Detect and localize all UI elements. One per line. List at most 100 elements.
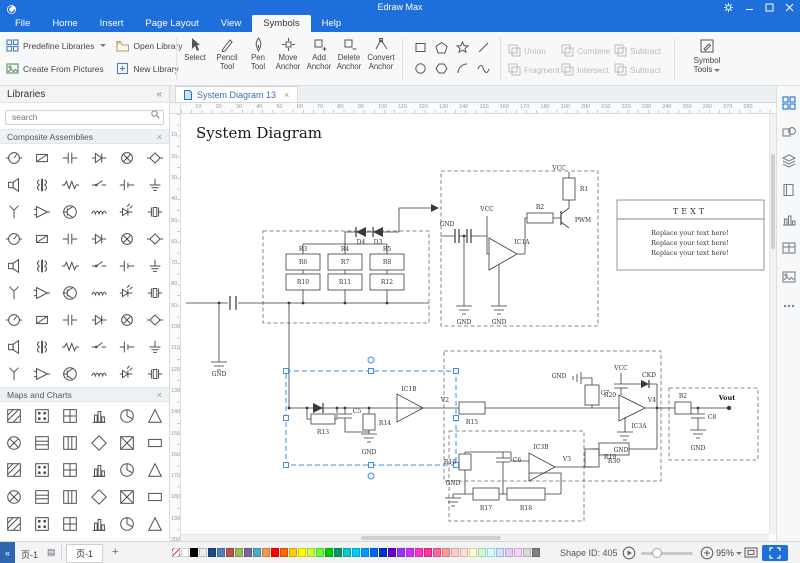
- color-swatch[interactable]: [208, 548, 216, 557]
- curve-shape-icon[interactable]: [477, 62, 490, 80]
- color-swatch[interactable]: [469, 548, 477, 557]
- color-swatch[interactable]: [235, 548, 243, 557]
- library-symbol-hatch-circle-icon[interactable]: [0, 483, 28, 510]
- library-symbol-meter-icon[interactable]: [0, 306, 28, 333]
- close-tab-icon[interactable]: ×: [284, 90, 289, 100]
- library-symbol-rows-icon[interactable]: [28, 483, 56, 510]
- zoom-in-button[interactable]: [700, 546, 714, 560]
- library-symbol-grid-square-icon[interactable]: [56, 456, 84, 483]
- rectangle-shape-icon[interactable]: [414, 41, 427, 59]
- document-tab[interactable]: System Diagram 13 ×: [175, 86, 298, 102]
- arc-shape-icon[interactable]: [456, 62, 469, 80]
- add-page-button[interactable]: +: [112, 546, 118, 558]
- chart-panel-icon[interactable]: [782, 212, 796, 226]
- library-symbol-bridge-icon[interactable]: [141, 306, 169, 333]
- color-swatch[interactable]: [253, 548, 261, 557]
- library-symbol-opamp-icon[interactable]: [28, 360, 56, 387]
- color-swatch[interactable]: [451, 548, 459, 557]
- library-symbol-rect-sym-icon[interactable]: [141, 429, 169, 456]
- color-swatch[interactable]: [352, 548, 360, 557]
- color-swatch[interactable]: [325, 548, 333, 557]
- color-swatch[interactable]: [424, 548, 432, 557]
- library-symbol-diode-icon[interactable]: [84, 225, 112, 252]
- hexagon-shape-icon[interactable]: [435, 62, 448, 80]
- library-symbol-relay-icon[interactable]: [28, 225, 56, 252]
- library-symbol-diamond-icon[interactable]: [84, 429, 112, 456]
- color-swatch[interactable]: [460, 548, 468, 557]
- library-symbol-switch-icon[interactable]: [84, 171, 112, 198]
- symbols-panel-icon[interactable]: [782, 96, 796, 110]
- move-anchor-button[interactable]: Move Anchor: [273, 37, 303, 72]
- library-symbol-battery-icon[interactable]: [113, 252, 141, 279]
- library-symbol-ground-icon[interactable]: [141, 333, 169, 360]
- close-icon[interactable]: ×: [157, 390, 162, 400]
- tab-help[interactable]: Help: [311, 15, 353, 32]
- library-symbol-speaker-icon[interactable]: [0, 171, 28, 198]
- color-swatch[interactable]: [388, 548, 396, 557]
- library-symbol-cross-square-icon[interactable]: [113, 429, 141, 456]
- library-symbol-meter-icon[interactable]: [0, 225, 28, 252]
- color-swatch[interactable]: [244, 548, 252, 557]
- tab-symbols[interactable]: Symbols: [252, 15, 310, 32]
- predefine-libraries-button[interactable]: Predefine Libraries: [6, 39, 106, 52]
- library-symbol-pie-chart-icon[interactable]: [113, 402, 141, 429]
- library-symbol-hatch-circle-icon[interactable]: [0, 429, 28, 456]
- horizontal-scrollbar[interactable]: [181, 534, 769, 541]
- pen-tool-button[interactable]: Pen Tool: [243, 37, 273, 72]
- color-swatch[interactable]: [505, 548, 513, 557]
- subtract-2-button[interactable]: Subtract: [614, 63, 667, 76]
- color-swatch[interactable]: [523, 548, 531, 557]
- line-shape-icon[interactable]: [477, 41, 490, 59]
- pencil-tool-button[interactable]: Pencil Tool: [212, 37, 242, 72]
- library-symbol-crystal-icon[interactable]: [141, 279, 169, 306]
- color-swatch[interactable]: [181, 548, 189, 557]
- library-symbol-inductor-icon[interactable]: [84, 279, 112, 306]
- color-swatch[interactable]: [190, 548, 198, 557]
- library-symbol-transformer-icon[interactable]: [28, 333, 56, 360]
- pentagon-shape-icon[interactable]: [435, 41, 448, 59]
- library-symbol-rows-icon[interactable]: [28, 429, 56, 456]
- minimize-button[interactable]: [745, 3, 754, 12]
- library-symbol-dot-square-icon[interactable]: [28, 402, 56, 429]
- subtract-button[interactable]: Subtract: [614, 44, 667, 57]
- library-symbol-resistor-icon[interactable]: [56, 252, 84, 279]
- library-symbol-crystal-icon[interactable]: [141, 360, 169, 387]
- color-swatch[interactable]: [316, 548, 324, 557]
- clipart-panel-icon[interactable]: [782, 270, 796, 284]
- star-shape-icon[interactable]: [456, 41, 469, 59]
- library-symbol-led-icon[interactable]: [113, 279, 141, 306]
- color-swatch[interactable]: [343, 548, 351, 557]
- color-swatch[interactable]: [370, 548, 378, 557]
- library-symbol-bar-chart-icon[interactable]: [84, 456, 112, 483]
- library-symbol-dot-square-icon[interactable]: [28, 456, 56, 483]
- create-from-pictures-button[interactable]: Create From Pictures: [6, 62, 106, 75]
- library-symbol-lamp-icon[interactable]: [113, 144, 141, 171]
- library-symbol-pie-chart-icon[interactable]: [113, 456, 141, 483]
- union-button[interactable]: Union: [508, 44, 561, 57]
- library-symbol-resistor-icon[interactable]: [56, 171, 84, 198]
- zoom-level[interactable]: 95%: [716, 548, 742, 558]
- library-symbol-speaker-icon[interactable]: [0, 333, 28, 360]
- color-swatch[interactable]: [514, 548, 522, 557]
- zoom-slider-handle[interactable]: [652, 548, 662, 558]
- tab-page-layout[interactable]: Page Layout: [134, 15, 209, 32]
- library-symbol-relay-icon[interactable]: [28, 144, 56, 171]
- color-swatch[interactable]: [226, 548, 234, 557]
- drawing-svg[interactable]: System DiagramD4D3R3R4R5R6R7R8R10R11R12G…: [181, 114, 769, 534]
- library-symbol-led-icon[interactable]: [113, 360, 141, 387]
- color-swatch[interactable]: [487, 548, 495, 557]
- color-swatch[interactable]: [199, 548, 207, 557]
- close-icon[interactable]: ×: [157, 132, 162, 142]
- library-symbol-hatch-square-icon[interactable]: [0, 510, 28, 537]
- expand-button[interactable]: [762, 545, 788, 561]
- library-symbol-capacitor-icon[interactable]: [56, 306, 84, 333]
- library-symbol-antenna-icon[interactable]: [0, 198, 28, 225]
- library-symbol-hatch-square-icon[interactable]: [0, 402, 28, 429]
- library-symbol-ground-icon[interactable]: [141, 171, 169, 198]
- color-swatch[interactable]: [217, 548, 225, 557]
- page-menu-icon[interactable]: ▤: [47, 547, 56, 558]
- library-symbol-columns-icon[interactable]: [56, 429, 84, 456]
- library-symbol-opamp-icon[interactable]: [28, 198, 56, 225]
- tab-view[interactable]: View: [210, 15, 252, 32]
- library-panel-icon[interactable]: [782, 183, 796, 197]
